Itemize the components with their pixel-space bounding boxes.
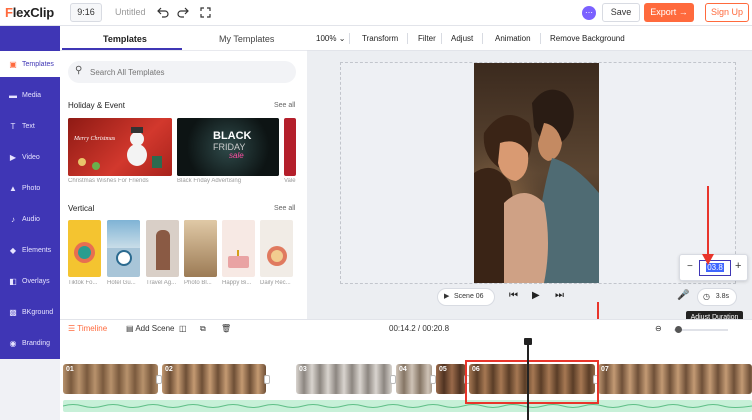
- timeline-zoom-slider[interactable]: [674, 329, 728, 331]
- timeline-toggle[interactable]: ☰ Timeline: [68, 324, 107, 333]
- split-icon[interactable]: ◫: [179, 324, 187, 333]
- timeline-clip[interactable]: 05: [436, 364, 466, 394]
- timeline-track: 01 02 03 04 05 06 07: [60, 338, 752, 420]
- delete-icon[interactable]: 🗑: [221, 324, 231, 333]
- highlight-box: [465, 360, 599, 404]
- clip-number: 07: [601, 366, 609, 373]
- zoom-out-icon[interactable]: ⊖: [655, 324, 662, 333]
- timeline-clip[interactable]: 03: [296, 364, 392, 394]
- clip-number: 01: [66, 366, 74, 373]
- clip-number: 02: [165, 366, 173, 373]
- timeline-clip[interactable]: 02: [162, 364, 266, 394]
- clip-number: 03: [299, 366, 307, 373]
- timeline-icon: ☰: [68, 324, 76, 333]
- playhead[interactable]: [527, 340, 529, 420]
- clip-number: 05: [439, 366, 447, 373]
- timeline-clip[interactable]: 01: [63, 364, 158, 394]
- add-scene-icon: ▤: [126, 324, 134, 333]
- audio-track[interactable]: [62, 400, 752, 412]
- timeline-header: ☰ Timeline ▤ Add Scene ◫ ⧉ 🗑 00:14.2 / 0…: [60, 319, 752, 338]
- clip-number: 04: [399, 366, 407, 373]
- red-arrow-head: [702, 254, 714, 265]
- add-scene-button[interactable]: ▤ Add Scene: [126, 324, 174, 333]
- timeline-time: 00:14.2 / 00:20.8: [389, 324, 450, 333]
- timeline-clip[interactable]: 04: [396, 364, 432, 394]
- transition-icon[interactable]: [264, 375, 270, 384]
- duplicate-icon[interactable]: ⧉: [200, 324, 206, 334]
- timeline-clip[interactable]: 07: [598, 364, 752, 394]
- zoom-slider-knob[interactable]: [674, 326, 682, 333]
